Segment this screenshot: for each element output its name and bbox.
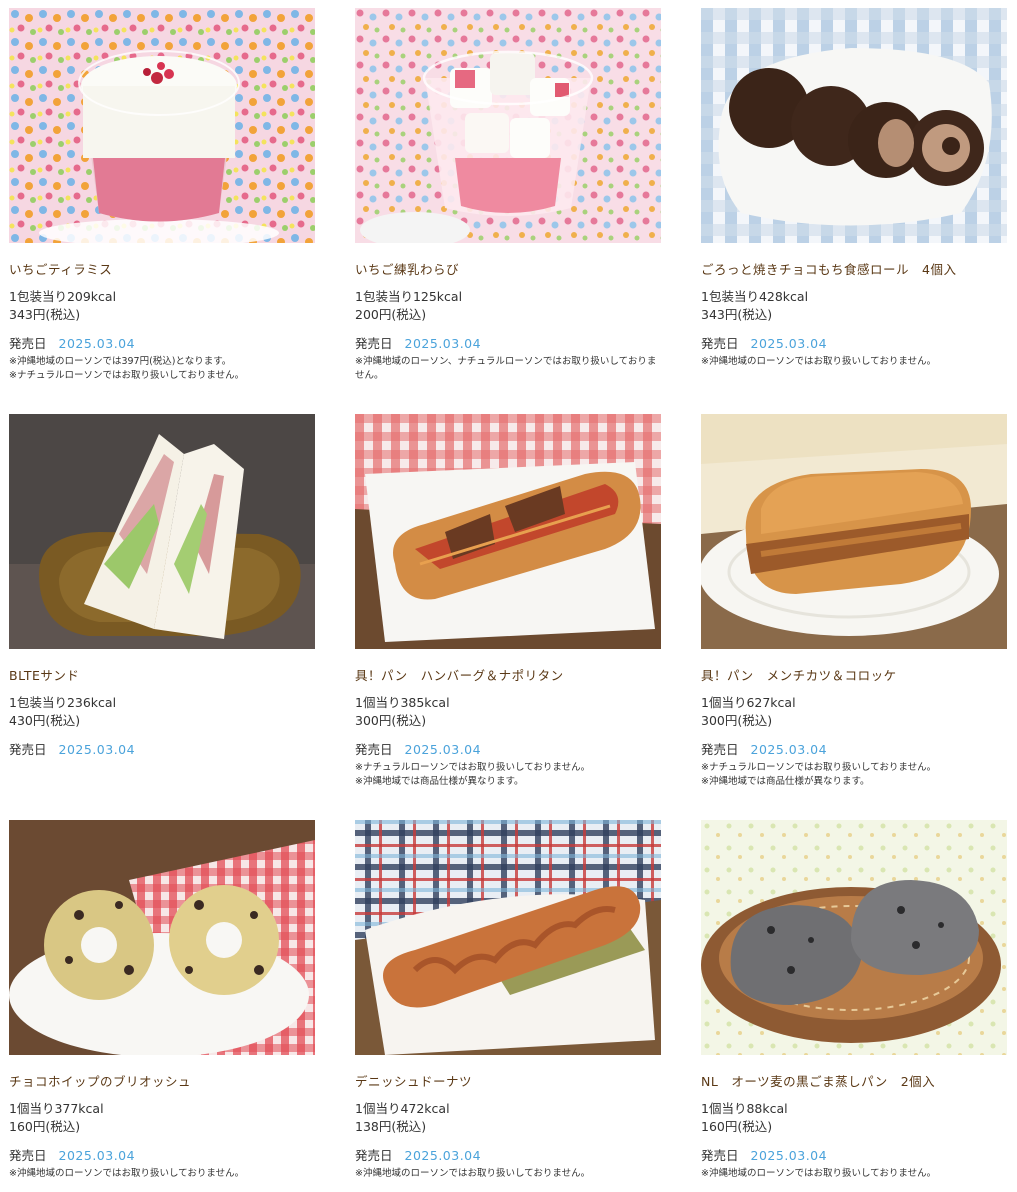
product-price: 343円(税込) (9, 307, 81, 322)
product-note: ※ナチュラルローソンではお取り扱いしておりません。 (355, 762, 591, 773)
product-card: いちごティラミス 1包装当り209kcal 343円(税込) 発売日 2025.0… (9, 8, 315, 383)
release-date-row: 発売日 2025.03.04 (9, 741, 315, 759)
product-price: 430円(税込) (9, 713, 81, 728)
product-note: ※ナチュラルローソンではお取り扱いしておりません。 (9, 370, 245, 381)
release-date: 2025.03.04 (750, 742, 828, 757)
product-card: チョコホイップのブリオッシュ 1個当り377kcal 160円(税込) 発売日 2… (9, 820, 315, 1181)
product-notes: ※沖縄地域のローソンではお取り扱いしておりません。 (9, 1167, 315, 1181)
release-date: 2025.03.04 (58, 742, 136, 757)
product-notes: ※沖縄地域のローソンではお取り扱いしておりません。 (355, 1167, 661, 1181)
release-date: 2025.03.04 (58, 1148, 136, 1163)
product-calories: 1個当り472kcal (355, 1101, 450, 1116)
release-date: 2025.03.04 (404, 1148, 482, 1163)
product-note: ※沖縄地域のローソンではお取り扱いしておりません。 (9, 1168, 245, 1179)
release-date-row: 発売日 2025.03.04 (355, 741, 661, 759)
product-notes: ※ナチュラルローソンではお取り扱いしておりません。 ※沖縄地域では商品仕様が異な… (355, 761, 661, 789)
product-name[interactable]: 具！パン ハンバーグ＆ナポリタン (355, 667, 661, 685)
product-grid: いちごティラミス 1包装当り209kcal 343円(税込) 発売日 2025.0… (0, 0, 1017, 1192)
product-image[interactable] (9, 8, 315, 243)
product-notes: ※沖縄地域のローソン、ナチュラルローソンではお取り扱いしておりません。 (355, 355, 661, 383)
product-price: 160円(税込) (701, 1119, 773, 1134)
release-label: 発売日 (355, 1148, 393, 1163)
product-card: BLTEサンド 1包装当り236kcal 430円(税込) 発売日 2025.03… (9, 414, 315, 759)
product-name[interactable]: いちご練乳わらび (355, 261, 661, 279)
product-card: 具！パン ハンバーグ＆ナポリタン 1個当り385kcal 300円(税込) 発売… (355, 414, 661, 789)
product-calories: 1個当り88kcal (701, 1101, 788, 1116)
product-image[interactable] (355, 8, 661, 243)
release-label: 発売日 (9, 336, 47, 351)
release-date: 2025.03.04 (58, 336, 136, 351)
product-name[interactable]: 具！パン メンチカツ＆コロッケ (701, 667, 1007, 685)
product-image[interactable] (9, 820, 315, 1055)
release-label: 発売日 (701, 336, 739, 351)
product-note: ※沖縄地域のローソンではお取り扱いしておりません。 (701, 1168, 937, 1179)
release-label: 発売日 (355, 742, 393, 757)
product-name[interactable]: NL オーツ麦の黒ごま蒸しパン 2個入 (701, 1073, 1007, 1091)
product-calories: 1包装当り236kcal (9, 695, 117, 710)
release-date-row: 発売日 2025.03.04 (701, 1147, 1007, 1165)
product-image[interactable] (355, 414, 661, 649)
product-notes: ※沖縄地域のローソンでは397円(税込)となります。 ※ナチュラルローソンではお… (9, 355, 315, 383)
product-name[interactable]: ごろっと焼きチョコもち食感ロール 4個入 (701, 261, 1007, 279)
product-price: 138円(税込) (355, 1119, 427, 1134)
release-date-row: 発売日 2025.03.04 (701, 335, 1007, 353)
product-note: ※沖縄地域のローソンでは397円(税込)となります。 (9, 356, 232, 367)
product-calories: 1個当り385kcal (355, 695, 450, 710)
product-price: 200円(税込) (355, 307, 427, 322)
release-label: 発売日 (9, 742, 47, 757)
product-price: 300円(税込) (701, 713, 773, 728)
release-label: 発売日 (701, 1148, 739, 1163)
release-label: 発売日 (355, 336, 393, 351)
product-note: ※沖縄地域のローソンではお取り扱いしておりません。 (701, 356, 937, 367)
product-note: ※沖縄地域のローソンではお取り扱いしておりません。 (355, 1168, 591, 1179)
product-notes: ※ナチュラルローソンではお取り扱いしておりません。 ※沖縄地域では商品仕様が異な… (701, 761, 1007, 789)
product-name[interactable]: BLTEサンド (9, 667, 315, 685)
product-card: ごろっと焼きチョコもち食感ロール 4個入 1包装当り428kcal 343円(税… (701, 8, 1007, 369)
product-card: いちご練乳わらび 1包装当り125kcal 200円(税込) 発売日 2025.0… (355, 8, 661, 383)
release-label: 発売日 (9, 1148, 47, 1163)
product-price: 160円(税込) (9, 1119, 81, 1134)
product-notes: ※沖縄地域のローソンではお取り扱いしておりません。 (701, 1167, 1007, 1181)
product-calories: 1包装当り209kcal (9, 289, 117, 304)
release-date-row: 発売日 2025.03.04 (701, 741, 1007, 759)
product-price: 300円(税込) (355, 713, 427, 728)
product-note: ※沖縄地域では商品仕様が異なります。 (355, 776, 524, 787)
product-calories: 1包装当り125kcal (355, 289, 463, 304)
product-image[interactable] (701, 820, 1007, 1055)
product-note: ※沖縄地域では商品仕様が異なります。 (701, 776, 870, 787)
product-image[interactable] (701, 414, 1007, 649)
product-notes: ※沖縄地域のローソンではお取り扱いしておりません。 (701, 355, 1007, 369)
product-name[interactable]: チョコホイップのブリオッシュ (9, 1073, 315, 1091)
release-date-row: 発売日 2025.03.04 (9, 1147, 315, 1165)
release-date-row: 発売日 2025.03.04 (355, 335, 661, 353)
release-date: 2025.03.04 (404, 742, 482, 757)
product-name[interactable]: いちごティラミス (9, 261, 315, 279)
release-date: 2025.03.04 (750, 1148, 828, 1163)
product-note: ※ナチュラルローソンではお取り扱いしておりません。 (701, 762, 937, 773)
product-image[interactable] (355, 820, 661, 1055)
product-card: 具！パン メンチカツ＆コロッケ 1個当り627kcal 300円(税込) 発売日… (701, 414, 1007, 789)
product-calories: 1包装当り428kcal (701, 289, 809, 304)
product-card: NL オーツ麦の黒ごま蒸しパン 2個入 1個当り88kcal 160円(税込) … (701, 820, 1007, 1181)
release-date: 2025.03.04 (750, 336, 828, 351)
product-image[interactable] (701, 8, 1007, 243)
product-note: ※沖縄地域のローソン、ナチュラルローソンではお取り扱いしておりません。 (355, 356, 657, 381)
product-price: 343円(税込) (701, 307, 773, 322)
release-date: 2025.03.04 (404, 336, 482, 351)
release-date-row: 発売日 2025.03.04 (355, 1147, 661, 1165)
product-card: デニッシュドーナツ 1個当り472kcal 138円(税込) 発売日 2025.0… (355, 820, 661, 1181)
product-calories: 1個当り627kcal (701, 695, 796, 710)
release-label: 発売日 (701, 742, 739, 757)
product-name[interactable]: デニッシュドーナツ (355, 1073, 661, 1091)
release-date-row: 発売日 2025.03.04 (9, 335, 315, 353)
product-image[interactable] (9, 414, 315, 649)
product-calories: 1個当り377kcal (9, 1101, 104, 1116)
